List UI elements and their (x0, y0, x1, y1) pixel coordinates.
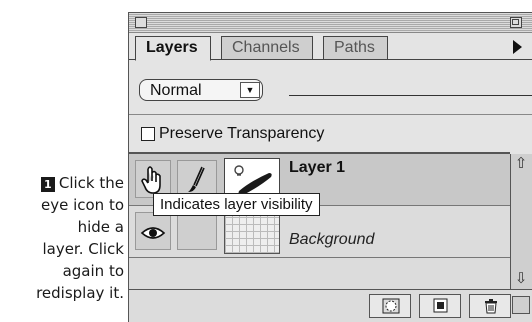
tab-layers[interactable]: Layers (135, 36, 211, 61)
palette-titlebar[interactable] (129, 13, 532, 33)
add-layer-mask-button[interactable] (369, 294, 411, 318)
callout-line: 1 Click the (0, 172, 124, 194)
layer-name: Layer 1 (289, 159, 346, 176)
opacity-field[interactable] (289, 95, 532, 96)
link-brush-cell[interactable] (177, 212, 217, 250)
paintbrush-icon (188, 166, 205, 192)
arrow-down-icon[interactable]: ⇩ (513, 271, 529, 287)
layer-list: Layer 1 Background (129, 154, 510, 289)
zoom-box-icon[interactable] (510, 17, 522, 28)
blend-mode-value: Normal (150, 82, 202, 99)
callout-line: layer. Click (42, 240, 124, 258)
callout-line: eye icon to (40, 196, 124, 214)
callout-line: again to (62, 262, 124, 280)
tab-channels[interactable]: Channels (221, 36, 313, 60)
step-callout: 1 Click the eye icon to hide a layer. Cli… (0, 172, 124, 304)
hand-pointer-icon (141, 166, 161, 194)
layer-thumbnail (224, 210, 280, 254)
layer-name: Background (289, 231, 375, 248)
layers-scrollbar[interactable]: ⇧ ⇩ (510, 154, 532, 289)
close-box-icon[interactable] (135, 17, 147, 28)
eye-icon (140, 227, 166, 239)
triangle-right-icon[interactable] (513, 40, 522, 54)
new-layer-button[interactable] (419, 294, 461, 318)
visibility-tooltip: Indicates layer visibility (153, 193, 320, 216)
layers-palette: Layers Channels Paths Normal ▼ Preserve … (128, 12, 532, 322)
callout-line: redisplay it. (36, 284, 124, 302)
arrow-up-icon[interactable]: ⇧ (513, 156, 529, 172)
palette-toolbar (129, 289, 532, 322)
preserve-transparency-label: Preserve Transparency (159, 125, 325, 142)
step-number-badge: 1 (40, 177, 55, 192)
blend-mode-select[interactable]: Normal ▼ (139, 79, 263, 101)
tab-paths[interactable]: Paths (323, 36, 388, 60)
new-layer-icon (433, 298, 448, 313)
layer-mask-icon (382, 298, 400, 314)
visibility-toggle[interactable] (135, 212, 171, 250)
callout-line: hide a (77, 218, 124, 236)
chevron-down-icon[interactable]: ▼ (240, 82, 260, 98)
preserve-transparency-checkbox[interactable] (141, 127, 155, 141)
delete-layer-button[interactable] (469, 294, 511, 318)
palette-tabs: Layers Channels Paths (129, 34, 532, 61)
trash-icon (485, 299, 497, 314)
divider (129, 114, 532, 115)
resize-grip-icon[interactable] (512, 296, 530, 314)
